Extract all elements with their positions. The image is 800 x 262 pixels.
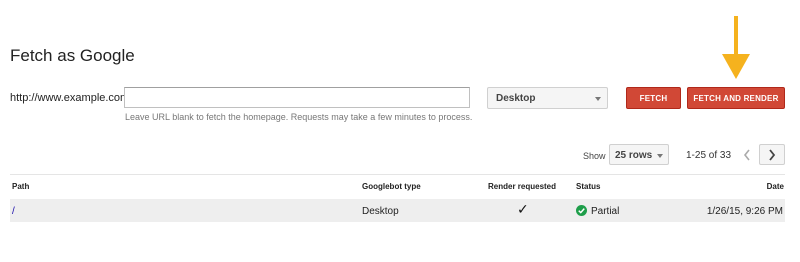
fetch-button[interactable]: FETCH	[626, 87, 681, 109]
show-label: Show	[583, 151, 606, 161]
url-helper-text: Leave URL blank to fetch the homepage. R…	[125, 112, 473, 122]
chevron-down-icon	[595, 97, 601, 101]
page-range: 1-25 of 33	[686, 150, 732, 161]
column-header-render-requested[interactable]: Render requested	[488, 182, 556, 191]
next-page-button[interactable]	[759, 144, 785, 165]
column-header-date[interactable]: Date	[767, 182, 784, 191]
rows-per-page-select[interactable]: 25 rows	[609, 144, 669, 165]
prev-page-button[interactable]	[737, 144, 757, 165]
render-requested-check-icon: ✓	[517, 201, 529, 217]
device-select-value: Desktop	[496, 93, 536, 104]
column-header-googlebot-type[interactable]: Googlebot type	[362, 182, 421, 191]
arrow-down-icon	[722, 16, 750, 79]
page-title: Fetch as Google	[10, 46, 135, 65]
device-select[interactable]: Desktop	[487, 87, 608, 109]
row-googlebot-type: Desktop	[362, 206, 399, 217]
url-input[interactable]	[124, 87, 470, 108]
row-status[interactable]: Partial	[591, 206, 619, 217]
row-date: 1/26/15, 9:26 PM	[706, 206, 783, 217]
chevron-right-icon	[769, 148, 776, 161]
chevron-left-icon	[743, 149, 750, 160]
chevron-down-icon	[657, 154, 663, 158]
table-divider	[10, 174, 785, 175]
row-path-link[interactable]: /	[12, 206, 15, 217]
column-header-status[interactable]: Status	[576, 182, 600, 191]
check-circle-icon	[576, 205, 587, 216]
fetch-and-render-button[interactable]: FETCH AND RENDER	[687, 87, 785, 109]
rows-select-value: 25 rows	[615, 150, 653, 161]
column-header-path[interactable]: Path	[12, 182, 29, 191]
base-url-label: http://www.example.com/	[10, 92, 133, 104]
